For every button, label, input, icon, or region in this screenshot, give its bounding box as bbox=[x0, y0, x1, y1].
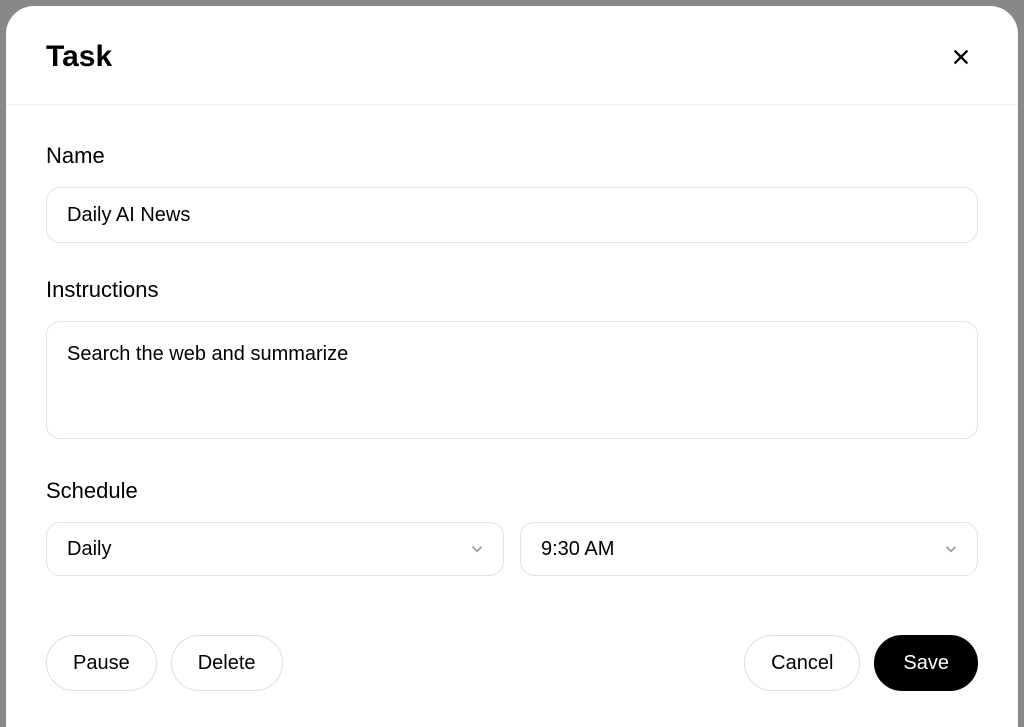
modal-footer: Pause Delete Cancel Save bbox=[6, 607, 1018, 727]
modal-header: Task bbox=[6, 6, 1018, 105]
time-select[interactable]: 9:30 AM bbox=[520, 522, 978, 576]
footer-left-actions: Pause Delete bbox=[46, 635, 283, 691]
name-label: Name bbox=[46, 143, 978, 169]
save-button[interactable]: Save bbox=[874, 635, 978, 691]
time-select-wrap: 9:30 AM bbox=[520, 522, 978, 576]
delete-button[interactable]: Delete bbox=[171, 635, 283, 691]
modal-body: Name Instructions Schedule Daily 9:30 AM bbox=[6, 105, 1018, 607]
modal-title: Task bbox=[46, 40, 112, 74]
instructions-input[interactable] bbox=[46, 321, 978, 439]
instructions-label: Instructions bbox=[46, 277, 978, 303]
schedule-label: Schedule bbox=[46, 478, 978, 504]
close-button[interactable] bbox=[944, 40, 978, 74]
footer-right-actions: Cancel Save bbox=[744, 635, 978, 691]
instructions-field-group: Instructions bbox=[46, 277, 978, 444]
cancel-button[interactable]: Cancel bbox=[744, 635, 860, 691]
schedule-row: Daily 9:30 AM bbox=[46, 522, 978, 576]
frequency-select-wrap: Daily bbox=[46, 522, 504, 576]
frequency-select[interactable]: Daily bbox=[46, 522, 504, 576]
name-field-group: Name bbox=[46, 143, 978, 243]
task-modal: Task Name Instructions Schedule Daily bbox=[6, 6, 1018, 727]
close-icon bbox=[950, 46, 972, 68]
schedule-field-group: Schedule Daily 9:30 AM bbox=[46, 478, 978, 576]
name-input[interactable] bbox=[46, 187, 978, 243]
pause-button[interactable]: Pause bbox=[46, 635, 157, 691]
